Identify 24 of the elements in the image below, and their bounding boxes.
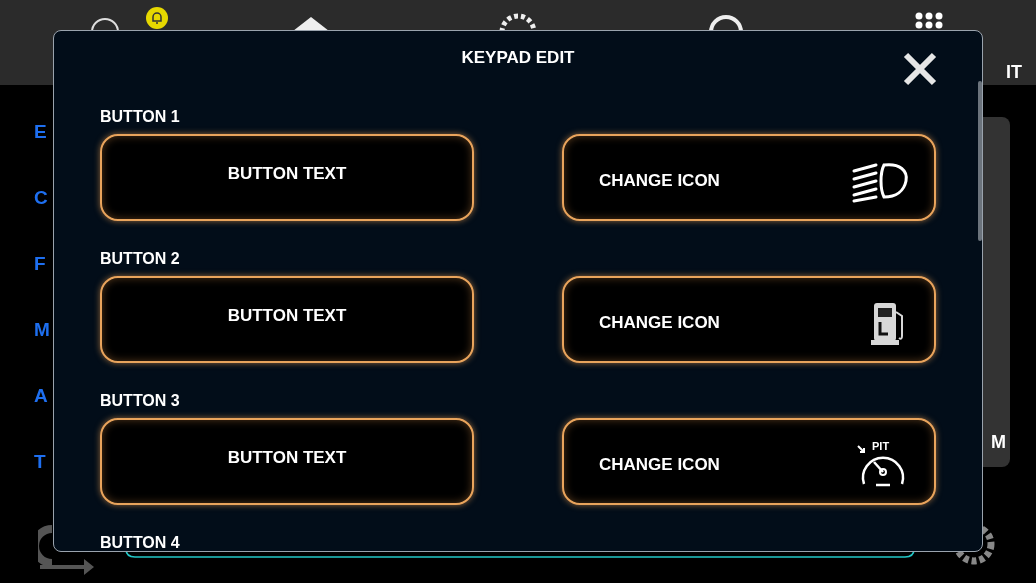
- menu-letter: C: [34, 187, 49, 209]
- menu-letter: F: [34, 253, 47, 275]
- button-label: BUTTON 2: [100, 249, 181, 269]
- button-text-button[interactable]: BUTTON TEXT: [100, 276, 474, 363]
- dialog-title: KEYPAD EDIT: [461, 48, 575, 67]
- button-text-button[interactable]: BUTTON TEXT: [100, 418, 474, 505]
- button-label: BUTTON 3: [100, 391, 181, 411]
- change-icon-button[interactable]: CHANGE ICON: [562, 276, 936, 363]
- panel-label: M: [991, 432, 1006, 453]
- menu-letter: T: [34, 451, 47, 473]
- button-label: BUTTON 1: [100, 107, 181, 127]
- change-icon-button[interactable]: CHANGE ICON PIT: [562, 418, 936, 505]
- bell-icon: [145, 6, 169, 30]
- scrollbar[interactable]: [978, 81, 982, 241]
- menu-letter: A: [34, 385, 49, 407]
- menu-letter: M: [34, 319, 50, 341]
- menu-label: IT: [1006, 62, 1022, 83]
- arrow-icon: [38, 525, 96, 575]
- button-text-button[interactable]: BUTTON TEXT: [100, 134, 474, 221]
- menu-letter: E: [34, 121, 48, 143]
- close-button[interactable]: [902, 51, 938, 87]
- grid-icon: [914, 12, 944, 30]
- button-label: BUTTON 4: [100, 533, 181, 551]
- change-icon-button[interactable]: CHANGE ICON: [562, 134, 936, 221]
